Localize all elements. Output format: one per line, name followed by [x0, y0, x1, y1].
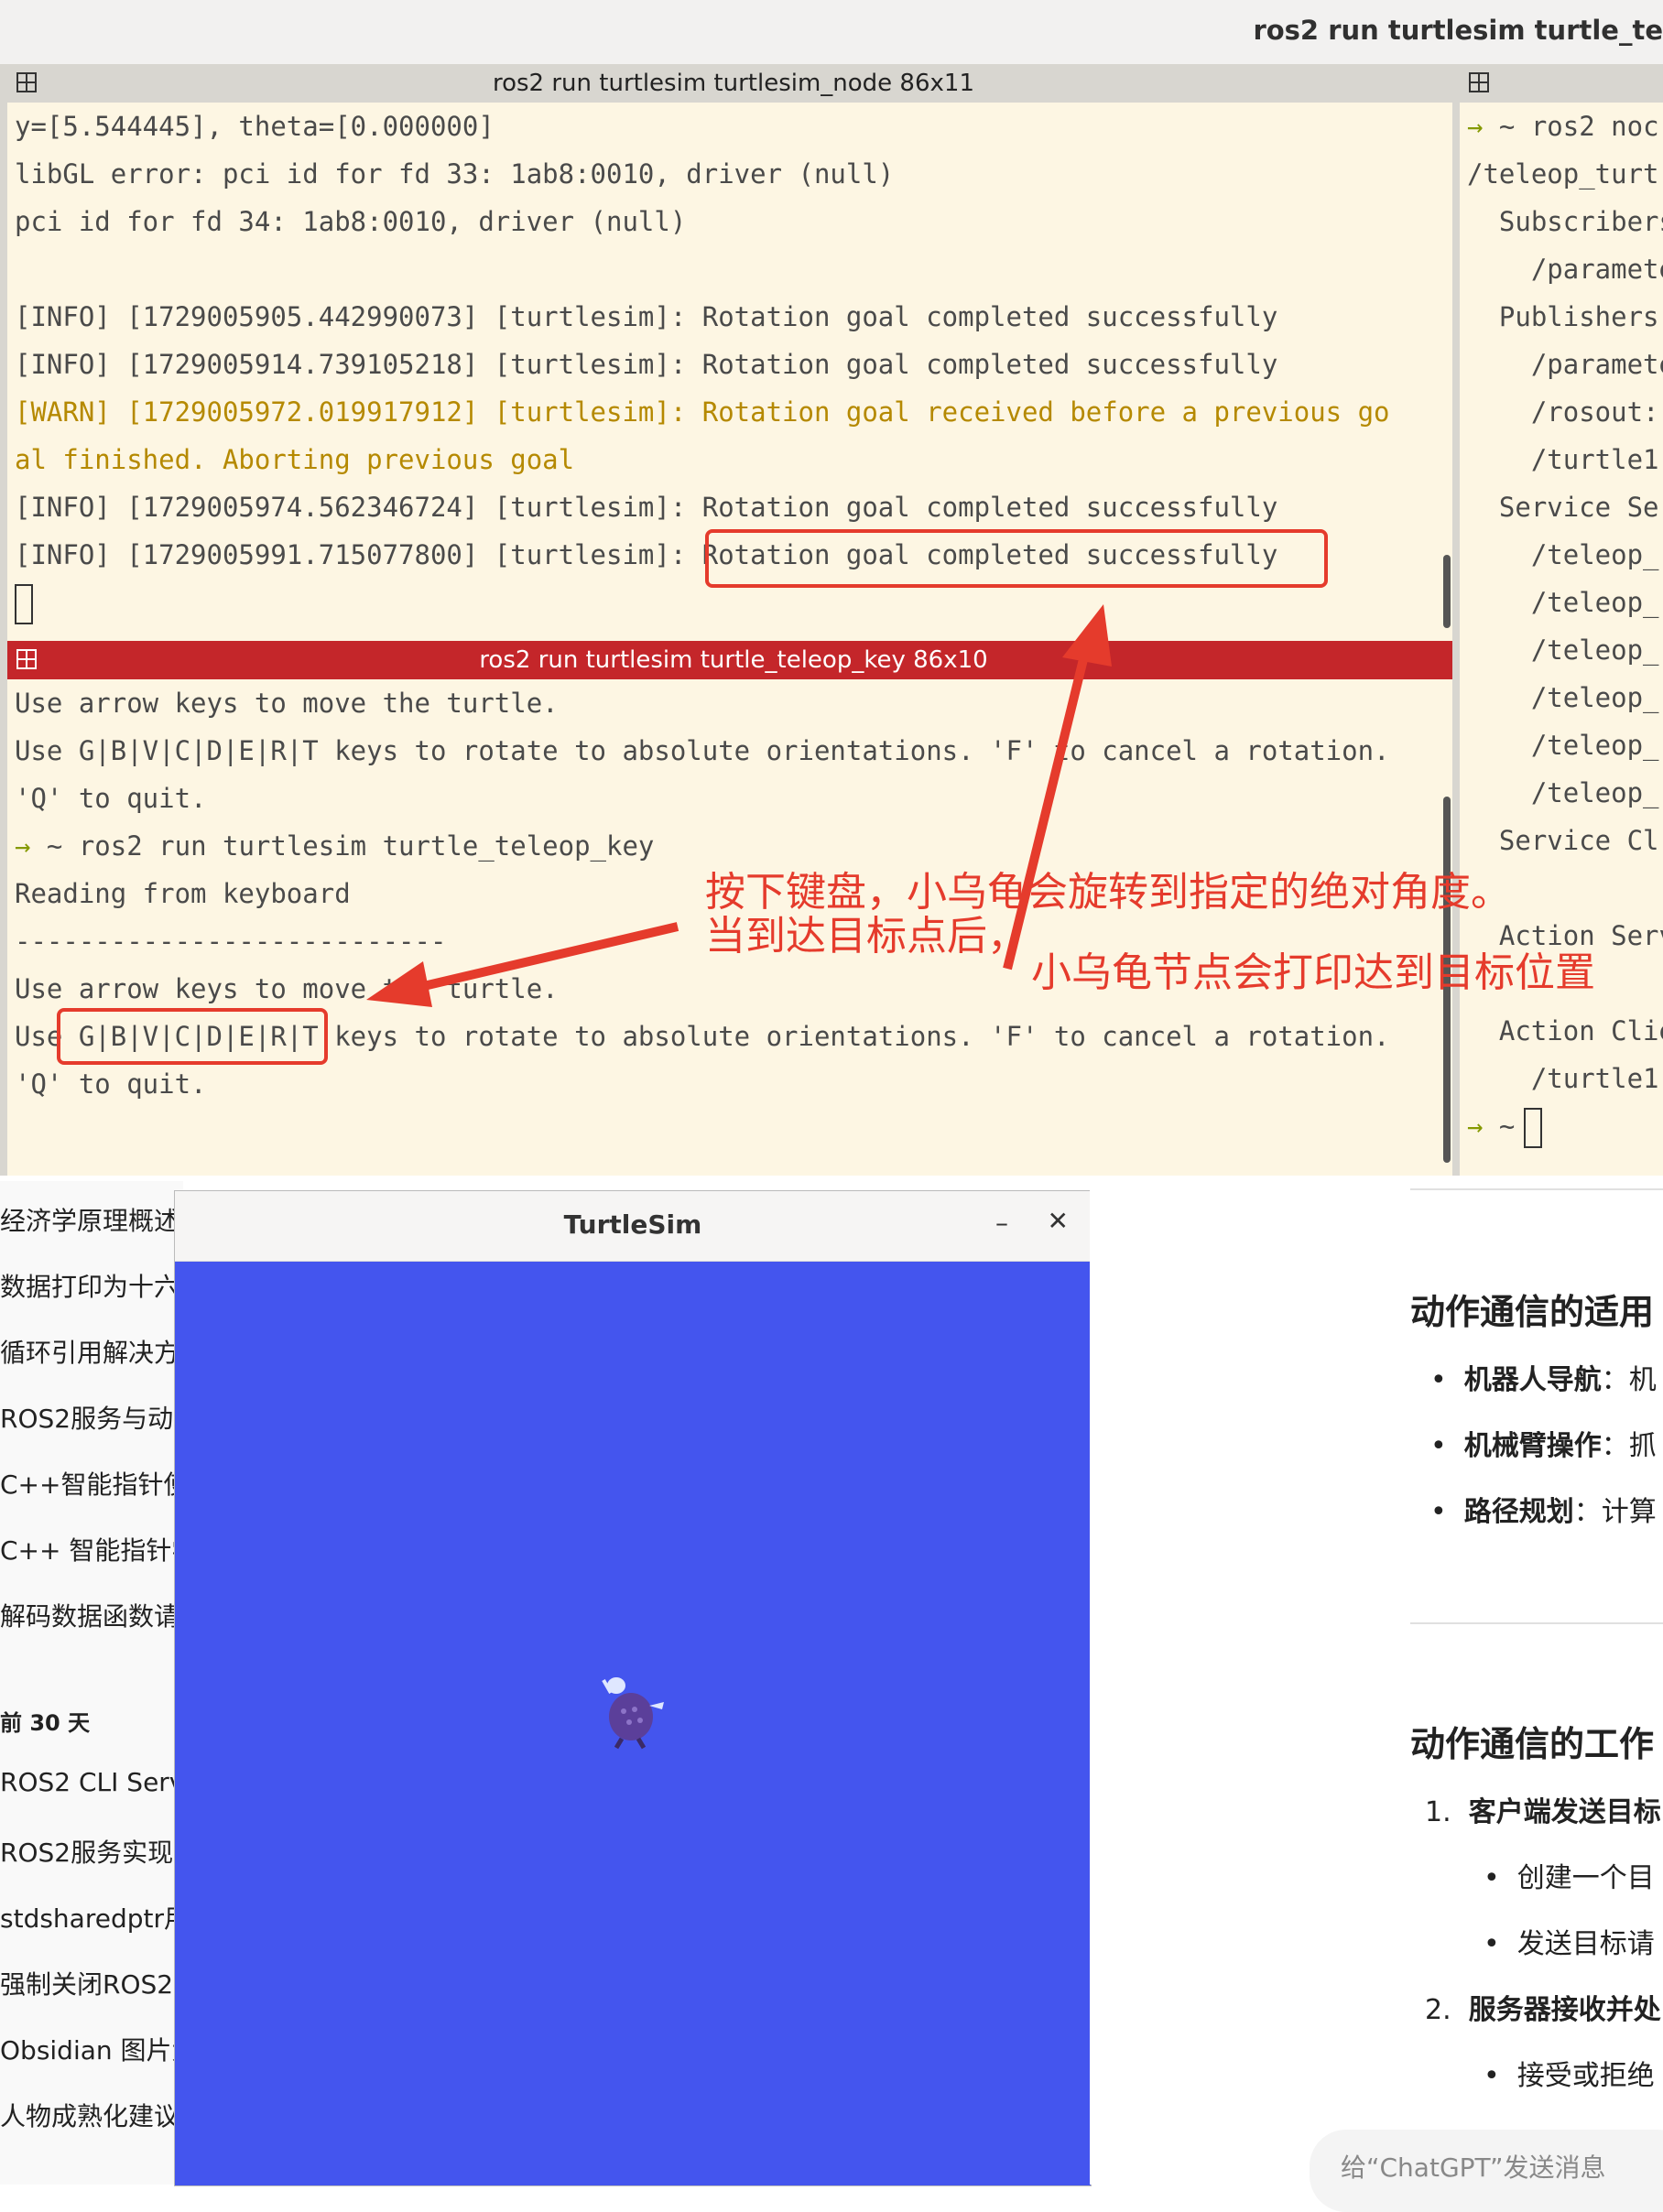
turtlesim-window[interactable]: TurtleSim – ✕: [174, 1190, 1092, 2186]
doc-bullet: • 机器人导航：机: [1430, 1364, 1657, 1396]
divider: [1410, 1188, 1663, 1190]
close-button[interactable]: ✕: [1048, 1206, 1069, 1236]
history-item[interactable]: Obsidian 图片大: [0, 2031, 198, 2067]
doc-heading-1: 动作通信的适用: [1410, 1292, 1655, 1332]
arrow-left-head: [366, 961, 432, 1007]
annotation-text-2: 当到达目标点后，: [705, 913, 1027, 960]
arrow-up-head: [1062, 604, 1112, 667]
turtlesim-title: TurtleSim: [563, 1209, 702, 1240]
history-item[interactable]: 经济学原理概述: [0, 1201, 179, 1238]
turtle-icon: [602, 1677, 664, 1750]
doc-bullet: • 路径规划：计算: [1430, 1496, 1657, 1528]
doc-sub-bullet: • 接受或拒绝: [1484, 2060, 1655, 2092]
turtlesim-canvas[interactable]: [175, 1262, 1091, 2186]
minimize-button[interactable]: –: [995, 1208, 1008, 1238]
divider: [1410, 1622, 1663, 1624]
chat-document: 动作通信的适用 • 机器人导航：机 • 机械臂操作：抓 • 路径规划：计算 动作…: [1090, 1181, 1663, 2212]
history-item[interactable]: ROS2服务实现指: [0, 1833, 199, 1870]
doc-sub-bullet: • 创建一个目: [1484, 1862, 1655, 1894]
chat-input-placeholder: 给“ChatGPT”发送消息: [1341, 2152, 1606, 2183]
doc-heading-2: 动作通信的工作: [1410, 1724, 1655, 1764]
doc-sub-bullet: • 发送目标请: [1484, 1928, 1655, 1960]
doc-bullet: • 机械臂操作：抓: [1430, 1430, 1657, 1462]
history-item[interactable]: 强制关闭ROS2节: [0, 1965, 199, 2001]
turtlesim-titlebar[interactable]: TurtleSim – ✕: [175, 1191, 1091, 1262]
annotation-text-3: 小乌龟节点会打印达到目标位置: [1031, 949, 1595, 996]
chat-history-sidebar: 经济学原理概述 数据打印为十六进 循环引用解决方案 ROS2服务与动作 C++智…: [0, 1181, 223, 2185]
history-item[interactable]: ROS2服务与动作: [0, 1399, 199, 1436]
doc-ordered-item: 2. 服务器接收并处: [1425, 1994, 1661, 2026]
arrow-left: [410, 922, 679, 993]
history-item[interactable]: 人物成熟化建议: [0, 2097, 179, 2133]
chat-input[interactable]: 给“ChatGPT”发送消息: [1310, 2130, 1663, 2212]
history-section-label: 前 30 天: [0, 1710, 91, 1736]
doc-ordered-item: 1. 客户端发送目标: [1425, 1796, 1661, 1828]
